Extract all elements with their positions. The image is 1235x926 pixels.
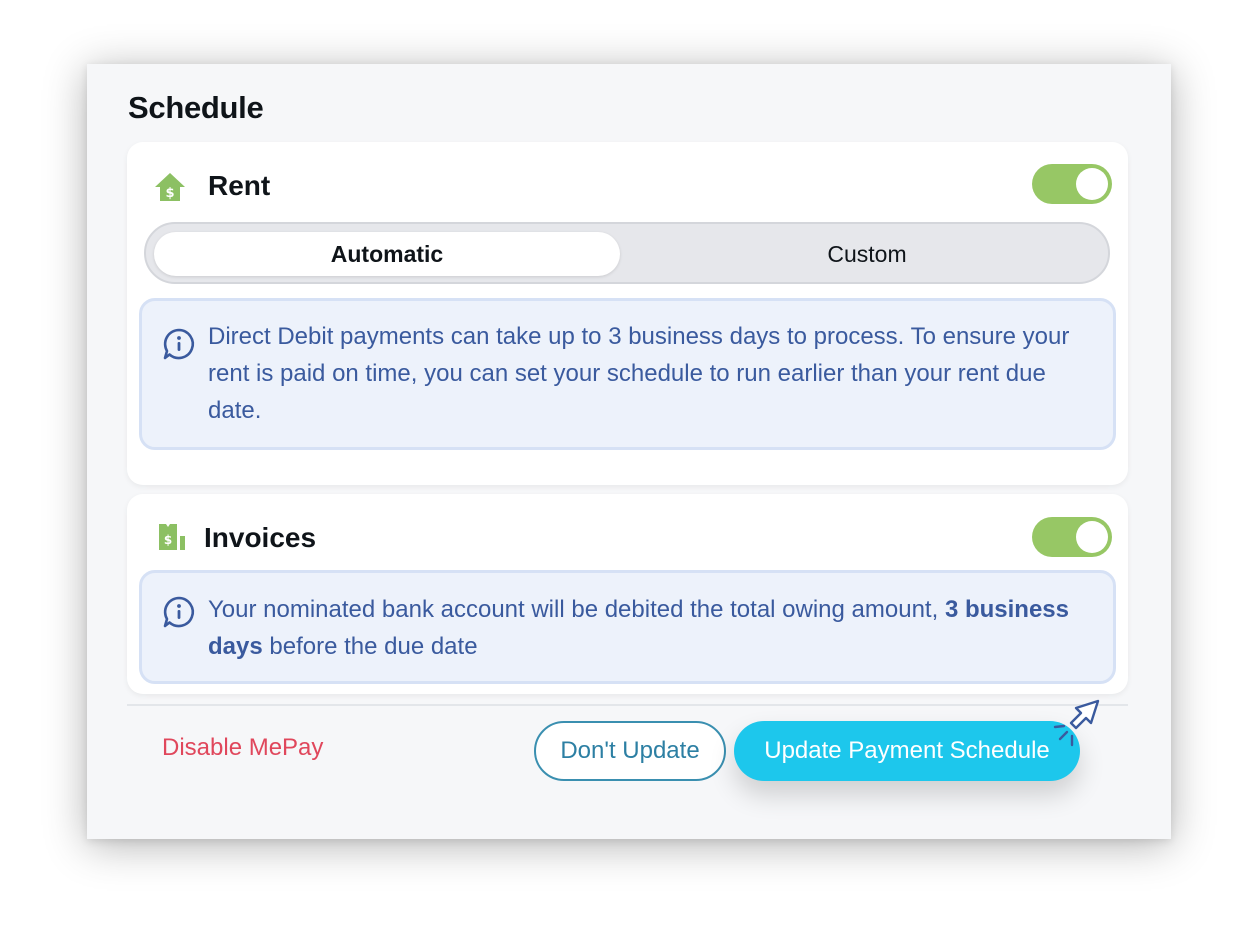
info-icon xyxy=(162,327,196,366)
svg-text:$: $ xyxy=(165,186,174,201)
page-title: Schedule xyxy=(128,90,264,125)
invoices-info-box: Your nominated bank account will be debi… xyxy=(139,570,1116,684)
receipt-dollar-icon: $ xyxy=(157,522,189,557)
toggle-knob xyxy=(1076,168,1108,200)
click-cursor-icon xyxy=(1045,696,1105,761)
info-icon xyxy=(162,595,196,634)
schedule-panel: Schedule $ Rent Automatic Custom Direct … xyxy=(87,64,1171,839)
rent-info-box: Direct Debit payments can take up to 3 b… xyxy=(139,298,1116,450)
invoices-info-text: Your nominated bank account will be debi… xyxy=(208,591,1091,665)
segment-custom[interactable]: Custom xyxy=(630,232,1104,276)
disable-mepay-link[interactable]: Disable MePay xyxy=(162,734,323,762)
rent-mode-segmented-control: Automatic Custom xyxy=(144,222,1110,284)
info-text-part: before the due date xyxy=(262,633,478,660)
rent-title: Rent xyxy=(208,170,271,201)
house-dollar-icon: $ xyxy=(154,172,186,207)
invoices-title: Invoices xyxy=(204,522,317,553)
rent-info-text: Direct Debit payments can take up to 3 b… xyxy=(208,323,1070,424)
segment-automatic[interactable]: Automatic xyxy=(154,232,620,276)
svg-text:$: $ xyxy=(164,533,172,547)
rent-toggle[interactable] xyxy=(1032,164,1112,204)
rent-card: $ Rent Automatic Custom Direct Debit pay… xyxy=(127,142,1128,485)
dont-update-button[interactable]: Don't Update xyxy=(534,721,726,781)
toggle-knob xyxy=(1076,521,1108,553)
invoices-card: $ Invoices Your nominated bank account w… xyxy=(127,494,1128,694)
invoices-toggle[interactable] xyxy=(1032,517,1112,557)
update-payment-schedule-button[interactable]: Update Payment Schedule xyxy=(734,721,1080,781)
divider xyxy=(127,704,1128,706)
info-text-part: Your nominated bank account will be debi… xyxy=(208,596,945,623)
